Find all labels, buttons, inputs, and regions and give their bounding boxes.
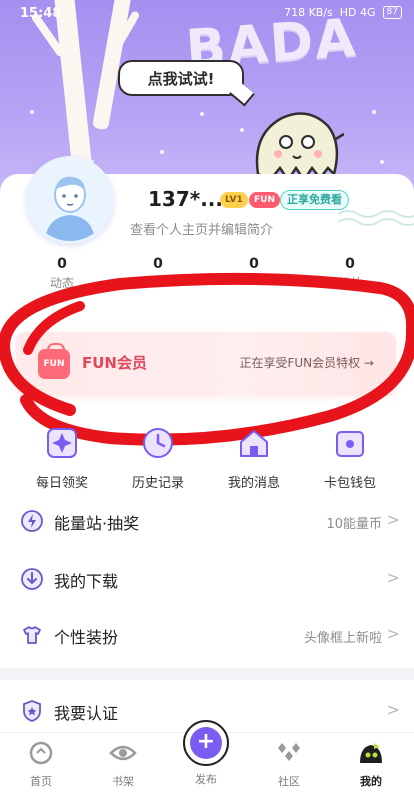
quick-wallet[interactable]: 卡包钱包 [310,424,390,491]
nav-label: 社区 [278,775,300,788]
home-message-icon [240,430,268,457]
badge-icon [23,700,41,722]
quick-history[interactable]: 历史记录 [118,424,198,491]
stats-row: 0 动态 0 0 0 粉丝 [0,256,414,296]
sparkle-icon [47,428,77,458]
shirt-icon [23,626,41,644]
stat-value: 0 [153,256,163,272]
plus-icon: + [190,727,222,759]
stat-item[interactable]: 0 [118,256,198,274]
stat-label: 动态 [49,276,74,290]
quick-label: 历史记录 [131,476,184,491]
try-me-bubble[interactable]: 点我试试! [118,60,244,96]
signal-indicator: HD 4G [339,6,376,19]
wallet-icon [336,431,364,457]
stat-value: 0 [249,256,259,272]
snowflake [372,110,376,114]
quick-label: 每日领奖 [35,476,88,491]
eye-icon [109,745,137,761]
member-title: FUN会员 [82,354,147,372]
nav-mine[interactable]: 我的 [336,739,406,789]
snowflake [200,112,204,116]
quick-label: 我的消息 [227,476,280,491]
menu-personalize[interactable]: 个性装扮 头像框上新啦 > [0,608,414,664]
wave-decoration [338,210,414,226]
menu-downloads[interactable]: 我的下载 > [0,552,414,608]
member-desc: 正在享受FUN会员特权 → [239,356,374,370]
status-bar: 15:48 718 KB/s HD 4G 87 [0,0,414,28]
snowflake [240,128,244,132]
nav-label: 书架 [112,775,134,788]
nav-home[interactable]: 首页 [6,739,76,789]
fun-bag-icon: FUN [38,343,70,379]
stat-followers[interactable]: 0 粉丝 [310,256,390,291]
user-name[interactable]: 137*... [148,187,223,211]
stat-item[interactable]: 0 [214,256,294,274]
nav-bookshelf[interactable]: 书架 [88,739,158,789]
status-icons: 718 KB/s HD 4G 87 [284,6,402,19]
avatar-illustration-icon [29,159,111,241]
quick-messages[interactable]: 我的消息 [214,424,294,491]
clock-icon [143,428,173,458]
section-divider [0,668,414,680]
nav-label-publish: 发布 [195,773,217,786]
menu-energy-lottery[interactable]: 能量站·抽奖 10能量币 > [0,494,414,550]
stat-label: 粉丝 [337,276,362,290]
menu-label: 能量站·抽奖 [54,514,140,533]
menu-value: 10能量币 [326,517,382,532]
chevron-right-icon: > [386,510,400,529]
snowflake [380,160,384,164]
profile-subtitle[interactable]: 查看个人主页并编辑简介 [130,219,273,238]
home-icon [29,741,53,765]
quick-label: 卡包钱包 [323,476,376,491]
stat-posts[interactable]: 0 动态 [22,256,102,291]
chevron-right-icon: > [386,700,400,719]
chevron-right-icon: > [386,624,400,643]
nav-community[interactable]: 社区 [254,739,324,789]
status-time: 15:48 [20,6,62,21]
net-speed: 718 KB/s [284,6,333,19]
stat-value: 0 [57,256,67,272]
level-badge: LV1 [220,192,248,208]
stat-value: 0 [345,256,355,272]
community-icon [278,743,300,761]
menu-label: 个性装扮 [54,628,119,647]
battery-icon: 87 [382,6,402,19]
fun-member-banner[interactable]: FUN FUN会员 正在享受FUN会员特权 → [16,332,396,396]
lightning-icon [21,510,43,532]
snowflake [30,110,34,114]
publish-button[interactable]: + [183,720,229,766]
menu-label: 我要认证 [54,704,119,723]
quick-daily-reward[interactable]: 每日领奖 [22,424,102,491]
nav-label: 我的 [360,775,382,788]
quick-actions: 每日领奖 历史记录 我的消息 卡包钱包 [0,424,414,494]
chevron-right-icon: > [386,568,400,587]
avatar[interactable] [26,156,114,244]
nav-label: 首页 [30,775,52,788]
profile-mascot-icon [360,743,382,763]
menu-value: 头像框上新啦 [303,631,382,646]
fun-badge: FUN [249,192,280,208]
menu-label: 我的下载 [54,572,119,591]
download-icon [21,568,43,590]
snowflake [160,150,164,154]
